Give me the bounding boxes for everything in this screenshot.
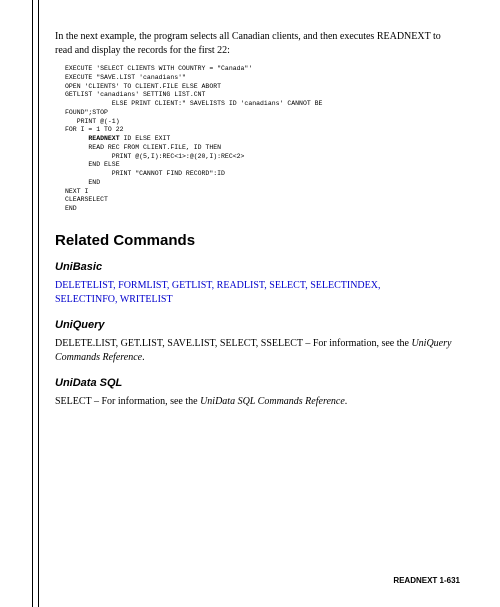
unidatasql-heading: UniData SQL [55,377,460,389]
document-page: In the next example, the program selects… [0,0,500,607]
margin-rule-line [32,0,33,607]
unibasic-link[interactable]: SELECTINDEX [310,280,378,291]
unibasic-link[interactable]: WRITELIST [120,294,173,305]
uniquery-prefix: DELETE.LIST, GET.LIST, SAVE.LIST, SELECT… [55,338,411,349]
related-commands-heading: Related Commands [55,232,460,249]
uniquery-heading: UniQuery [55,319,460,331]
unidatasql-prefix: SELECT – For information, see the [55,396,200,407]
unibasic-link[interactable]: GETLIST [172,280,212,291]
margin-rule-line [38,0,39,607]
intro-paragraph: In the next example, the program selects… [55,30,460,57]
unibasic-link[interactable]: READLIST [217,280,265,291]
unidatasql-text: SELECT – For information, see the UniDat… [55,395,460,409]
uniquery-text: DELETE.LIST, GET.LIST, SAVE.LIST, SELECT… [55,337,460,365]
unibasic-link[interactable]: DELETELIST [55,280,113,291]
unibasic-links: DELETELIST, FORMLIST, GETLIST, READLIST,… [55,279,460,307]
uniquery-suffix: . [142,352,145,363]
unidatasql-suffix: . [345,396,348,407]
unibasic-link[interactable]: FORMLIST [118,280,167,291]
code-block: EXECUTE 'SELECT CLIENTS WITH COUNTRY = "… [65,65,460,214]
unidatasql-reference: UniData SQL Commands Reference [200,396,345,407]
unibasic-link[interactable]: SELECT [269,280,305,291]
unibasic-heading: UniBasic [55,261,460,273]
unibasic-link[interactable]: SELECTINFO [55,294,115,305]
page-footer: READNEXT 1-631 [393,576,460,585]
